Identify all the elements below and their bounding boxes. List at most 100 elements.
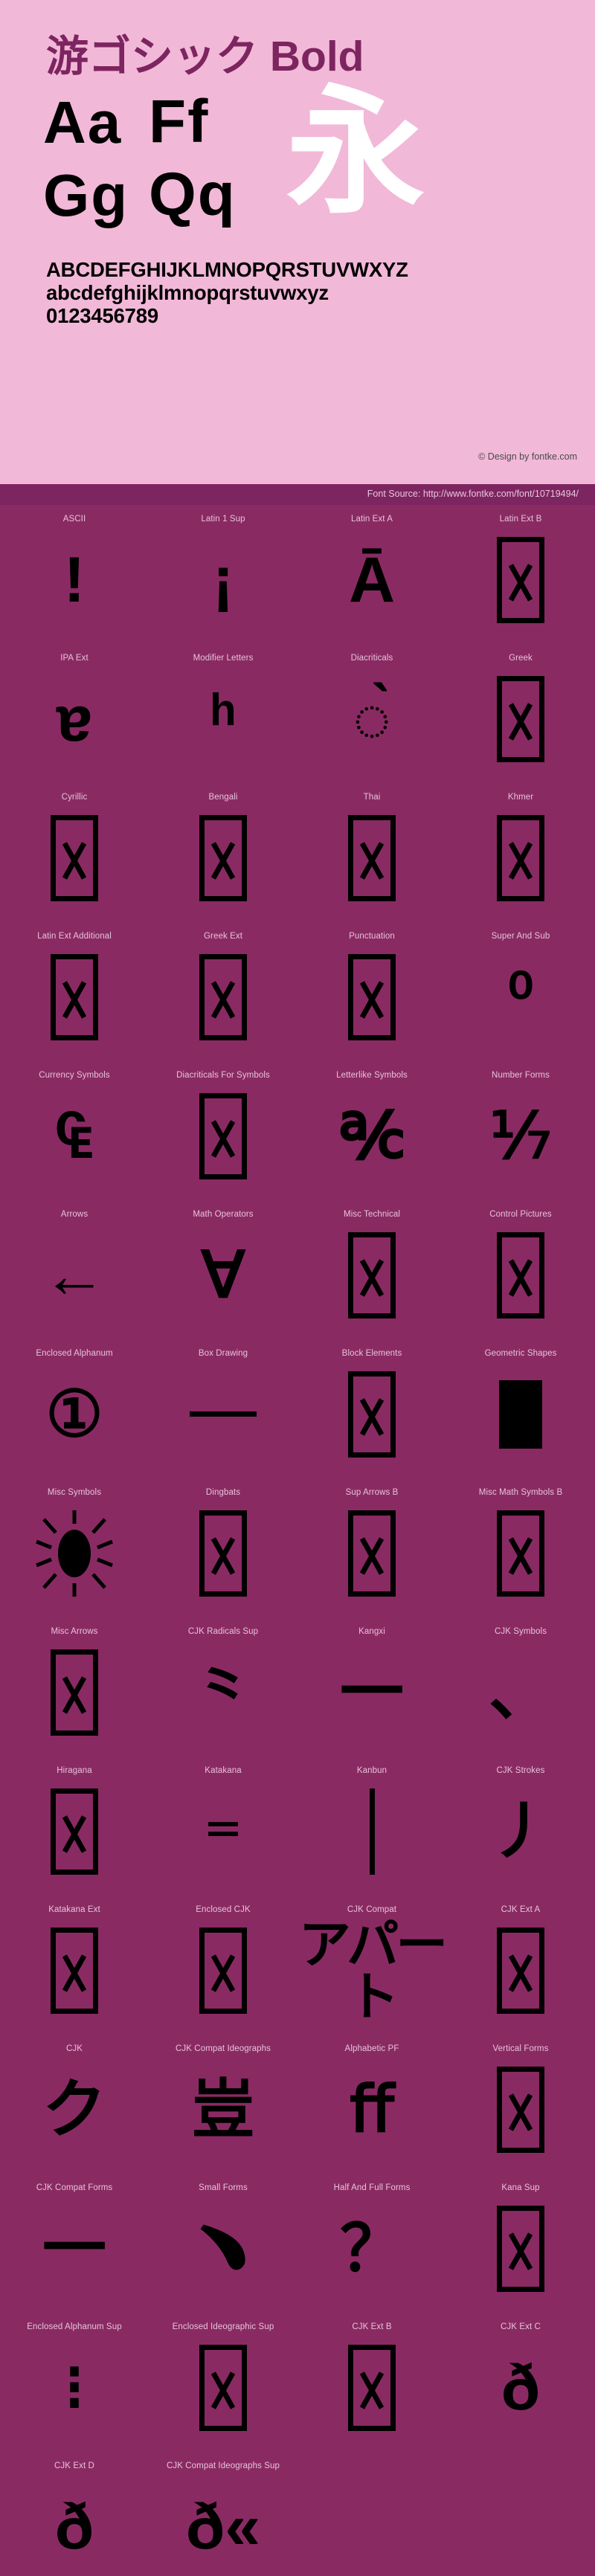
- glyph-empty: [298, 2462, 446, 2574]
- unicode-block-cell: Kanbun: [298, 1759, 446, 1899]
- tofu-box-icon: [497, 675, 544, 762]
- unicode-block-cell: Modifier Letters ʰ: [149, 647, 298, 786]
- unicode-block-label: Modifier Letters: [193, 654, 254, 663]
- unicode-block-cell: Box Drawing: [149, 1342, 298, 1481]
- alphabet-block: ABCDEFGHIJKLMNOPQRSTUVWXYZ abcdefghijklm…: [0, 253, 595, 327]
- glyph-missing-tofu-icon: [446, 2193, 595, 2305]
- glyph-sample: ？: [340, 2212, 404, 2284]
- glyph-sample: ℀: [339, 1100, 405, 1172]
- unicode-block-row: CJK Compat Forms 一 Small Forms ﹅ Half And Fu…: [0, 2177, 595, 2316]
- glyph-missing-tofu-icon: [298, 2332, 446, 2444]
- unicode-block-cell: Misc Math Symbols B: [446, 1481, 595, 1620]
- unicode-block-cell: Alphabetic PF ﬀ: [298, 2038, 446, 2177]
- horizontal-line-icon: [190, 1411, 257, 1417]
- unicode-block-label: Number Forms: [492, 1071, 550, 1080]
- sample-glyph-ff: Ff: [149, 88, 210, 155]
- glyph-sample: ¡: [212, 544, 234, 616]
- unicode-block-cell: Geometric Shapes: [446, 1342, 595, 1481]
- unicode-block-cell: Misc Technical: [298, 1203, 446, 1342]
- unicode-block-cell: Math Operators ∀: [149, 1203, 298, 1342]
- unicode-block-label: Khmer: [507, 793, 534, 802]
- glyph-missing-tofu-icon: [0, 1915, 149, 2026]
- unicode-block-label: Math Operators: [193, 1210, 254, 1219]
- tofu-box-icon: [497, 536, 544, 623]
- unicode-block-row: Katakana Ext Enclosed CJK CJK Compat アパート CJ…: [0, 1899, 595, 2038]
- glyph-sample: ゠: [191, 1795, 255, 1867]
- unicode-block-cell-empty: [298, 2455, 446, 2576]
- unicode-block-label: [446, 2455, 595, 2462]
- specimen-header: 游ゴシック Bold Aa Ff Gg Qq 永 ABCDEFGHIJKLMNO…: [0, 0, 595, 484]
- unicode-block-cell-empty: [446, 2455, 595, 2576]
- glyph-sample: ɐ: [57, 683, 92, 755]
- unicode-block-cell: Sup Arrows B: [298, 1481, 446, 1620]
- tofu-box-icon: [348, 1510, 396, 1597]
- unicode-block-cell: Punctuation: [298, 925, 446, 1064]
- alphabet-digits: 0123456789: [46, 303, 158, 327]
- unicode-block-label: Currency Symbols: [39, 1071, 110, 1080]
- unicode-block-grid: ASCII! Latin 1 Sup ¡ Latin Ext A Ā Latin Ext …: [0, 505, 595, 2576]
- font-source-bar[interactable]: Font Source: http://www.fontke.com/font/…: [0, 484, 595, 505]
- glyph-sample: !: [63, 544, 86, 616]
- unicode-block-label: CJK Ext B: [352, 2322, 392, 2331]
- unicode-block-cell: Letterlike Symbols ℀: [298, 1064, 446, 1203]
- glyph-sample: Ā: [348, 544, 396, 616]
- tofu-box-icon: [348, 953, 396, 1040]
- glyph-sample: ð: [501, 2351, 541, 2424]
- glyph-missing-tofu-icon: [0, 802, 149, 914]
- unicode-block-cell: Super And Sub ⁰: [446, 925, 595, 1064]
- unicode-block-cell: Enclosed CJK: [149, 1899, 298, 2038]
- glyph-sample: ⼀: [340, 1656, 404, 1728]
- unicode-block-cell: Greek Ext: [149, 925, 298, 1064]
- glyph-sample: ㇓: [489, 1795, 553, 1867]
- unicode-block-label: Bengali: [208, 793, 238, 802]
- glyph-missing-tofu-icon: [298, 941, 446, 1053]
- unicode-block-cell: Kana Sup: [446, 2177, 595, 2316]
- alphabet-uppercase: ABCDEFGHIJKLMNOPQRSTUVWXYZ: [46, 258, 408, 281]
- glyph-sample: ⅐: [489, 1100, 552, 1172]
- unicode-block-label: Block Elements: [341, 1349, 402, 1358]
- glyph-missing-tofu-icon: [149, 802, 298, 914]
- unicode-block-row: Cyrillic Bengali Thai Khmer: [0, 786, 595, 925]
- glyph-sample: 、: [489, 1656, 553, 1728]
- unicode-block-cell: Bengali: [149, 786, 298, 925]
- glyph-missing-tofu-icon: [446, 802, 595, 914]
- unicode-block-label: Kana Sup: [501, 2183, 540, 2192]
- glyph-empty: [446, 2462, 595, 2574]
- unicode-block-cell: Enclosed Alphanum ①: [0, 1342, 149, 1481]
- unicode-block-label: Cyrillic: [61, 793, 88, 802]
- unicode-block-cell: Block Elements: [298, 1342, 446, 1481]
- unicode-block-cell: CJK Ext A: [446, 1899, 595, 2038]
- tofu-box-icon: [497, 814, 544, 901]
- glyph-missing-tofu-icon: [0, 1637, 149, 1748]
- unicode-block-cell: Number Forms ⅐: [446, 1064, 595, 1203]
- unicode-block-cell: Misc Symbols: [0, 1481, 149, 1620]
- unicode-block-label: CJK Ext C: [501, 2322, 541, 2331]
- glyph-missing-tofu-icon: [446, 663, 595, 775]
- sample-glyph-qq: Qq: [149, 161, 237, 228]
- unicode-block-cell: Hiragana: [0, 1759, 149, 1899]
- unicode-block-row: CJK Ext D ð CJK Compat Ideographs Sup ð«: [0, 2455, 595, 2576]
- unicode-block-row: Hiragana Katakana ゠ Kanbun CJK Strokes ㇓: [0, 1759, 595, 1899]
- unicode-block-label: Enclosed Alphanum: [36, 1349, 113, 1358]
- unicode-block-row: ASCII! Latin 1 Sup ¡ Latin Ext A Ā Latin Ext …: [0, 508, 595, 647]
- glyph-missing-tofu-icon: [446, 1220, 595, 1331]
- tofu-box-icon: [51, 953, 98, 1040]
- tofu-box-icon: [51, 1927, 98, 2014]
- glyph-missing-tofu-icon: [149, 941, 298, 1053]
- unicode-block-label: Misc Technical: [344, 1210, 400, 1219]
- glyph-missing-tofu-icon: [149, 1081, 298, 1192]
- unicode-block-label: Control Pictures: [489, 1210, 552, 1219]
- unicode-block-cell: CJK Radicals Sup ⺀: [149, 1620, 298, 1759]
- unicode-block-label: Geometric Shapes: [484, 1349, 557, 1358]
- unicode-block-row: Enclosed Alphanum ① Box Drawing Block Eleme…: [0, 1342, 595, 1481]
- tofu-box-icon: [497, 1927, 544, 2014]
- unicode-block-label: CJK Compat Ideographs Sup: [166, 2461, 280, 2470]
- unicode-block-label: Vertical Forms: [492, 2044, 549, 2053]
- tofu-box-icon: [199, 814, 247, 901]
- unicode-block-cell: Dingbats: [149, 1481, 298, 1620]
- glyph-missing-tofu-icon: [446, 1915, 595, 2026]
- unicode-block-label: Thai: [363, 793, 381, 802]
- unicode-block-label: Misc Symbols: [47, 1488, 102, 1497]
- tofu-box-icon: [348, 1231, 396, 1318]
- tofu-box-icon: [51, 814, 98, 901]
